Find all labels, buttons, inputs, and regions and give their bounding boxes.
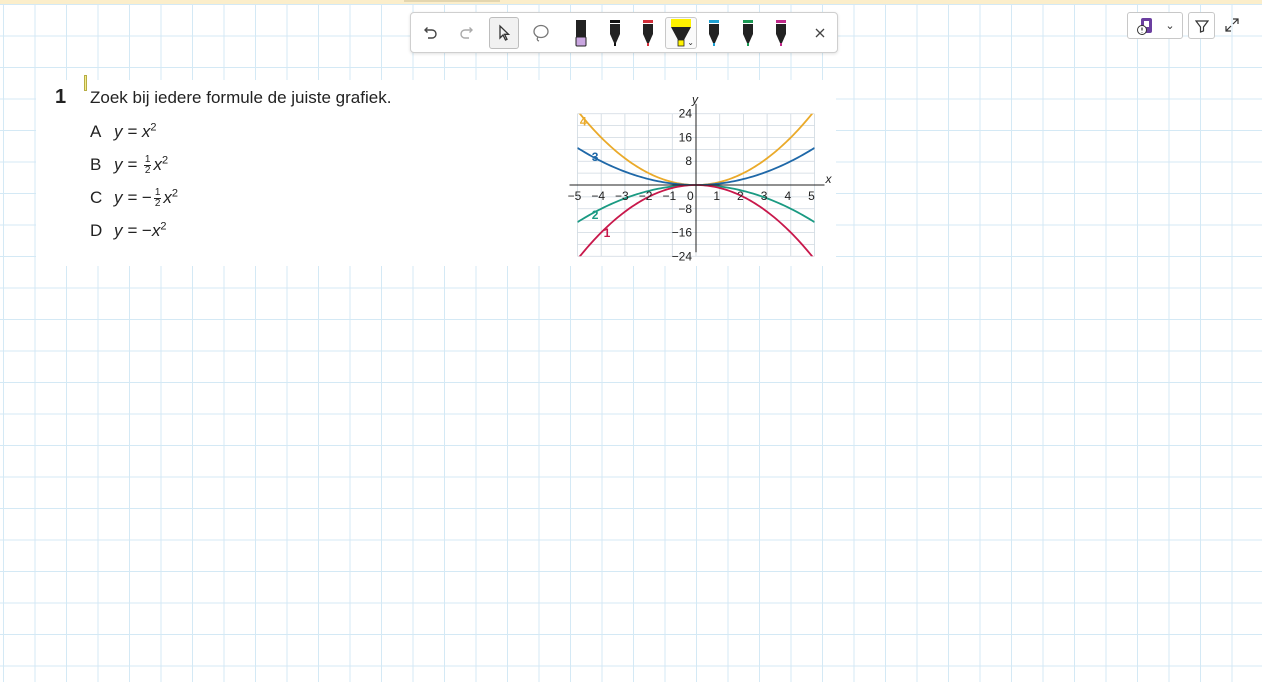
pen-black-icon bbox=[610, 20, 620, 46]
select-tool-button[interactable] bbox=[489, 17, 519, 49]
pen-cyan-icon bbox=[709, 20, 719, 46]
series-label-2: 2 bbox=[592, 208, 599, 222]
x-tick-label: 2 bbox=[737, 189, 744, 203]
option-letter: A bbox=[90, 121, 102, 141]
pen-filter-button[interactable] bbox=[1188, 12, 1215, 39]
pen-green-button[interactable] bbox=[733, 17, 763, 49]
close-toolbar-button[interactable] bbox=[805, 17, 835, 49]
undo-icon bbox=[424, 27, 437, 39]
pen-green-icon bbox=[743, 20, 753, 46]
pen-red-button[interactable] bbox=[633, 17, 663, 49]
x-tick-label: 5 bbox=[808, 189, 815, 203]
record-dropdown-button[interactable]: ⌄ bbox=[1127, 12, 1183, 39]
formula-variable: x bbox=[153, 154, 162, 174]
x-tick-label: −1 bbox=[662, 189, 676, 203]
lasso-icon bbox=[533, 24, 549, 42]
expand-button[interactable] bbox=[1223, 16, 1241, 34]
pen-red-icon bbox=[643, 20, 653, 46]
formula-variable: x bbox=[163, 187, 172, 207]
option-letter: C bbox=[90, 187, 103, 207]
x-axis-label: x bbox=[825, 172, 833, 186]
formula-sign: − bbox=[141, 187, 152, 207]
formula-exponent: 2 bbox=[171, 187, 178, 199]
fraction-denominator: 2 bbox=[154, 197, 161, 209]
ink-toolbar: ⌄ bbox=[410, 12, 838, 53]
y-tick-label: 16 bbox=[679, 130, 693, 144]
y-tick-label: −16 bbox=[672, 226, 693, 240]
close-icon bbox=[815, 28, 825, 38]
formula: y = x2 bbox=[114, 121, 157, 141]
series-label-3: 3 bbox=[592, 150, 599, 164]
undo-button[interactable] bbox=[415, 17, 445, 49]
lasso-tool-button[interactable] bbox=[526, 17, 556, 49]
formula-exponent: 2 bbox=[160, 220, 167, 232]
formula-option-a: Ay = x2 bbox=[90, 121, 157, 142]
record-audio-icon bbox=[1137, 17, 1153, 35]
pen-cyan-button[interactable] bbox=[699, 17, 729, 49]
pen-eraser-button[interactable] bbox=[566, 17, 596, 49]
redo-icon bbox=[460, 27, 473, 39]
x-tick-label: 4 bbox=[784, 189, 791, 203]
x-tick-label: 3 bbox=[761, 189, 768, 203]
formula-exponent: 2 bbox=[150, 121, 157, 133]
parabola-chart: 4321xy−5 −4 −3 −2 −1 0 1 2 3 4 524168−8−16−24 bbox=[568, 93, 833, 264]
formula-lhs: y = bbox=[114, 121, 142, 141]
formula-lhs: y = bbox=[114, 187, 142, 207]
formula-lhs: y = bbox=[114, 220, 142, 240]
pen-magenta-icon bbox=[776, 20, 786, 46]
x-tick-label: 1 bbox=[713, 189, 720, 203]
option-letter: B bbox=[90, 154, 102, 174]
option-letter: D bbox=[90, 220, 103, 240]
y-tick-label: 24 bbox=[679, 107, 693, 121]
top-highlight-strip bbox=[0, 0, 1262, 4]
exercise-question: Zoek bij iedere formule de juiste grafie… bbox=[90, 88, 392, 107]
highlighter-yellow-button[interactable]: ⌄ bbox=[665, 17, 697, 49]
formula-exponent: 2 bbox=[161, 154, 169, 166]
fraction-denominator: 2 bbox=[144, 164, 151, 176]
x-tick-label: −4 bbox=[591, 189, 605, 203]
pen-magenta-button[interactable] bbox=[766, 17, 796, 49]
formula-option-d: Dy = −x2 bbox=[90, 220, 166, 241]
text-cursor-marker bbox=[84, 75, 87, 91]
exercise-number: 1 bbox=[55, 86, 67, 108]
x-tick-label: −5 bbox=[568, 189, 582, 203]
formula: y = −x2 bbox=[114, 220, 167, 240]
chevron-down-icon[interactable]: ⌄ bbox=[687, 38, 694, 47]
series-label-1: 1 bbox=[604, 226, 611, 240]
formula: y = −1 2 x2 bbox=[114, 187, 178, 209]
eraser-pen-icon bbox=[575, 20, 587, 47]
x-tick-label: −3 bbox=[615, 189, 629, 203]
y-tick-label: −8 bbox=[678, 202, 692, 216]
top-strip-tab bbox=[404, 0, 500, 2]
series-label-4: 4 bbox=[580, 115, 587, 129]
formula-option-c: Cy = −1 2 x2 bbox=[90, 187, 178, 209]
formula-sign: − bbox=[141, 220, 152, 240]
select-arrow-icon bbox=[499, 24, 511, 41]
chevron-down-icon: ⌄ bbox=[1165, 20, 1175, 32]
redo-button[interactable] bbox=[452, 17, 482, 49]
fraction: 12 bbox=[143, 154, 152, 176]
formula-lhs: y = bbox=[114, 154, 142, 174]
pen-filter-icon bbox=[1194, 19, 1209, 33]
y-tick-label: −24 bbox=[672, 249, 693, 263]
pen-black-button[interactable] bbox=[600, 17, 630, 49]
formula-option-b: By = 1 2 x2 bbox=[90, 154, 168, 176]
fraction: 12 bbox=[153, 187, 162, 209]
y-axis-label: y bbox=[691, 93, 699, 107]
expand-icon bbox=[1225, 18, 1239, 32]
formula: y = 1 2 x2 bbox=[114, 154, 169, 176]
y-tick-label: 8 bbox=[685, 154, 692, 168]
x-tick-label: −2 bbox=[639, 189, 653, 203]
